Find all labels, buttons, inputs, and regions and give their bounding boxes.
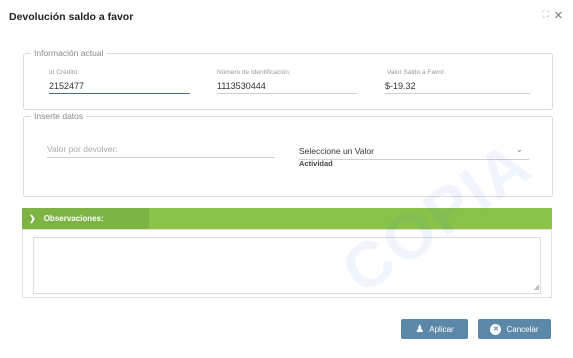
close-icon[interactable]: ✕ [554, 9, 563, 22]
balance-label: Valor Saldo a Favor: [387, 69, 446, 76]
expand-icon[interactable]: ⛶ [542, 9, 548, 22]
activity-select[interactable]: Seleccione un Valor ⌄ [299, 144, 529, 160]
observations-tab[interactable]: ❯ Observaciones: [22, 208, 149, 229]
activity-select-value: Seleccione un Valor [299, 146, 374, 156]
dialog-title: Devolución saldo a favor [9, 11, 134, 23]
resize-handle-icon[interactable]: ◢ [534, 283, 539, 291]
credit-id-value[interactable]: 2152477 [49, 81, 190, 94]
credit-id-field[interactable]: Id Crédito: 2152477 [49, 69, 190, 94]
close-circle-icon: ✕ [490, 323, 502, 335]
balance-value[interactable]: $-19.32 [385, 81, 530, 94]
apply-button[interactable]: ♟ Aplicar [401, 319, 468, 339]
info-legend: Información actual [34, 48, 104, 58]
collapse-chevron-icon[interactable]: ❯ [29, 214, 36, 223]
cancel-label: Cancelar [506, 324, 539, 334]
activity-label: Actividad [299, 159, 333, 168]
apply-label: Aplicar [429, 324, 454, 334]
user-icon: ♟ [415, 323, 425, 335]
amount-input[interactable]: Valor por devolver: [47, 144, 275, 158]
cancel-button[interactable]: ✕ Cancelar [478, 319, 551, 339]
observations-panel: ◢ [22, 229, 552, 298]
observations-title: Observaciones: [43, 214, 104, 223]
balance-field[interactable]: Valor Saldo a Favor: $-19.32 [385, 69, 530, 94]
credit-id-label: Id Crédito: [49, 69, 79, 76]
id-number-value[interactable]: 1113530444 [217, 81, 357, 94]
chevron-down-icon[interactable]: ⌄ [515, 144, 523, 155]
observations-header[interactable]: ❯ Observaciones: [22, 208, 552, 229]
observations-textarea[interactable] [33, 237, 541, 294]
id-number-field[interactable]: Número de Identificación: 1113530444 [217, 69, 357, 94]
insert-legend: Inserte datos [34, 111, 84, 121]
window-controls: ⛶ ✕ [542, 9, 563, 22]
id-number-label: Número de Identificación: [217, 69, 291, 76]
